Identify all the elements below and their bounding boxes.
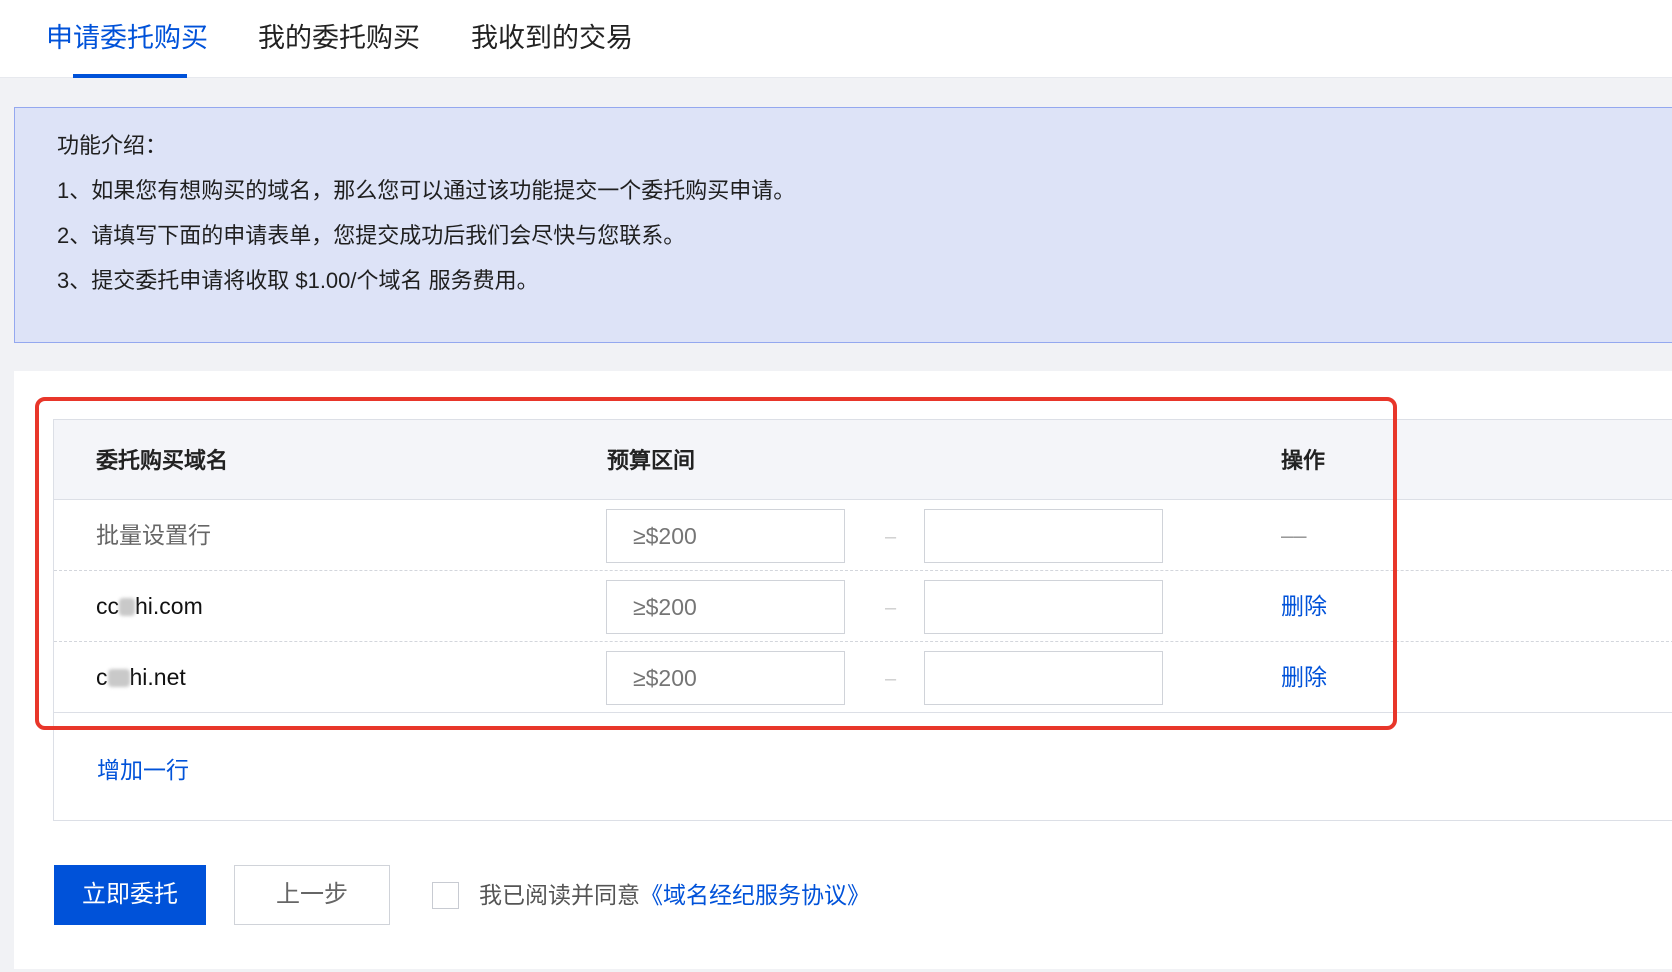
domain-name-suffix: hi.net xyxy=(129,664,186,690)
table-row: c hi.net – 删除 xyxy=(54,642,1672,713)
intro-line-2: 2、请填写下面的申请表单，您提交成功后我们会尽快与您联系。 xyxy=(57,223,686,248)
budget-min-input[interactable] xyxy=(606,651,845,705)
table-header: 委托购买域名 预算区间 操作 xyxy=(54,420,1672,500)
submit-button[interactable]: 立即委托 xyxy=(54,865,206,925)
intro-title: 功能介绍： xyxy=(57,133,168,158)
tab-apply-entrusted-purchase[interactable]: 申请委托购买 xyxy=(46,18,208,58)
domain-name-prefix: cc xyxy=(96,593,119,619)
tab-my-entrusted-purchases[interactable]: 我的委托购买 xyxy=(258,18,420,58)
range-separator: – xyxy=(885,668,897,690)
budget-min-input[interactable] xyxy=(606,580,845,634)
budget-max-input[interactable] xyxy=(924,509,1163,563)
range-separator: – xyxy=(885,526,897,548)
domain-name: cc hi.com xyxy=(96,591,203,621)
redacted-blur xyxy=(119,598,135,616)
agree-checkbox[interactable] xyxy=(432,882,459,909)
agree-label: 我已阅读并同意 xyxy=(479,882,640,908)
header-budget: 预算区间 xyxy=(607,448,696,473)
add-row-link[interactable]: 增加一行 xyxy=(97,755,189,785)
feature-intro-box: 功能介绍： 1、如果您有想购买的域名，那么您可以通过该功能提交一个委托购买申请。… xyxy=(14,107,1672,343)
domain-name-suffix: hi.com xyxy=(135,593,203,619)
domain-name: c hi.net xyxy=(96,662,186,692)
table-row: cc hi.com – 删除 xyxy=(54,571,1672,642)
action-placeholder: –– xyxy=(1281,522,1307,548)
tab-received-trades[interactable]: 我收到的交易 xyxy=(471,18,633,58)
table-row-batch: 批量设置行 – –– xyxy=(54,500,1672,571)
budget-max-input[interactable] xyxy=(924,580,1163,634)
budget-min-input[interactable] xyxy=(606,509,845,563)
redacted-blur xyxy=(107,669,130,687)
delete-row-link[interactable]: 删除 xyxy=(1281,662,1327,692)
domain-name-prefix: c xyxy=(96,664,108,690)
budget-max-input[interactable] xyxy=(924,651,1163,705)
intro-line-1: 1、如果您有想购买的域名，那么您可以通过该功能提交一个委托购买申请。 xyxy=(57,178,796,203)
agreement-text: 我已阅读并同意《域名经纪服务协议》 xyxy=(479,880,870,910)
tab-bar: 申请委托购买 我的委托购买 我收到的交易 xyxy=(0,0,1672,78)
active-tab-indicator xyxy=(73,74,187,78)
agreement-link[interactable]: 《域名经纪服务协议》 xyxy=(640,882,870,908)
intro-line-3: 3、提交委托申请将收取 $1.00/个域名 服务费用。 xyxy=(57,268,539,293)
header-domain: 委托购买域名 xyxy=(96,448,229,473)
back-button[interactable]: 上一步 xyxy=(234,865,390,925)
header-action: 操作 xyxy=(1281,448,1326,473)
delete-row-link[interactable]: 删除 xyxy=(1281,591,1327,621)
range-separator: – xyxy=(885,597,897,619)
batch-row-label: 批量设置行 xyxy=(96,522,211,548)
